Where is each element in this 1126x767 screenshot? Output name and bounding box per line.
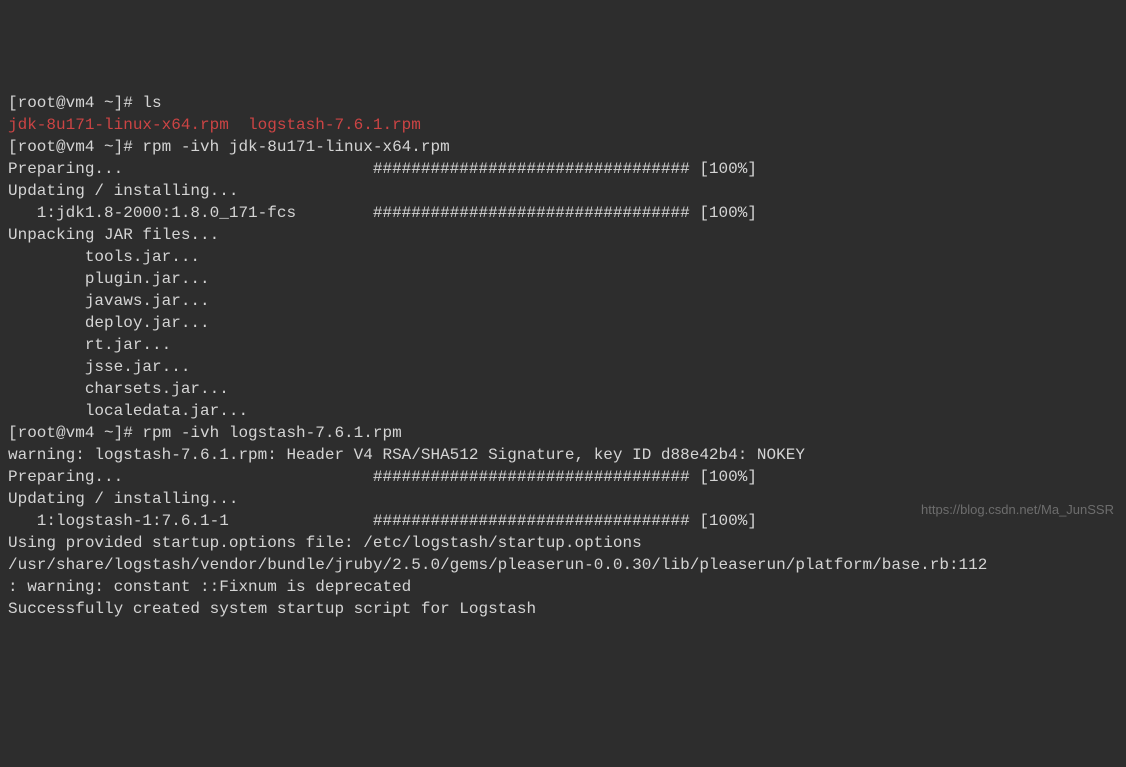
terminal-text-segment: jsse.jar...	[8, 358, 190, 376]
terminal-line: charsets.jar...	[8, 378, 1118, 400]
terminal-text-segment: Successfully created system startup scri…	[8, 600, 536, 618]
terminal-text-segment: deploy.jar...	[8, 314, 210, 332]
terminal-line: jsse.jar...	[8, 356, 1118, 378]
terminal-text-segment: 1:logstash-1:7.6.1-1 ###################…	[8, 512, 757, 530]
terminal-line: Updating / installing...	[8, 180, 1118, 202]
terminal-text-segment: Preparing... ###########################…	[8, 160, 757, 178]
terminal-line: jdk-8u171-linux-x64.rpm logstash-7.6.1.r…	[8, 114, 1118, 136]
terminal-line: [root@vm4 ~]# rpm -ivh jdk-8u171-linux-x…	[8, 136, 1118, 158]
terminal-text-segment: [root@vm4 ~]# rpm -ivh jdk-8u171-linux-x…	[8, 138, 450, 156]
terminal-line: 1:jdk1.8-2000:1.8.0_171-fcs ############…	[8, 202, 1118, 224]
terminal-line: localedata.jar...	[8, 400, 1118, 422]
terminal-output[interactable]: [root@vm4 ~]# ls jdk-8u171-linux-x64.rpm …	[8, 92, 1118, 613]
terminal-line: [root@vm4 ~]# ls	[8, 92, 1118, 114]
terminal-line: Unpacking JAR files...	[8, 224, 1118, 246]
terminal-text-segment: Unpacking JAR files...	[8, 226, 219, 244]
terminal-text-segment: tools.jar...	[8, 248, 200, 266]
terminal-text-segment: Preparing... ###########################…	[8, 468, 757, 486]
terminal-line: tools.jar...	[8, 246, 1118, 268]
terminal-line: Successfully created system startup scri…	[8, 598, 1118, 620]
terminal-text-segment: jdk-8u171-linux-x64.rpm logstash-7.6.1.r…	[8, 116, 421, 134]
terminal-text-segment: Using provided startup.options file: /et…	[8, 534, 642, 552]
terminal-line: [root@vm4 ~]# rpm -ivh logstash-7.6.1.rp…	[8, 422, 1118, 444]
terminal-text-segment: plugin.jar...	[8, 270, 210, 288]
terminal-line: Using provided startup.options file: /et…	[8, 532, 1118, 554]
terminal-line: /usr/share/logstash/vendor/bundle/jruby/…	[8, 554, 1118, 576]
terminal-line: deploy.jar...	[8, 312, 1118, 334]
terminal-text-segment: [root@vm4 ~]# rpm -ivh logstash-7.6.1.rp…	[8, 424, 402, 442]
terminal-line: javaws.jar...	[8, 290, 1118, 312]
terminal-text-segment: Updating / installing...	[8, 182, 238, 200]
terminal-text-segment: Updating / installing...	[8, 490, 238, 508]
terminal-text-segment: rt.jar...	[8, 336, 171, 354]
terminal-line: Preparing... ###########################…	[8, 466, 1118, 488]
terminal-text-segment: warning: logstash-7.6.1.rpm: Header V4 R…	[8, 446, 805, 464]
terminal-line: plugin.jar...	[8, 268, 1118, 290]
terminal-text-segment: [root@vm4 ~]# ls	[8, 94, 162, 112]
terminal-text-segment: 1:jdk1.8-2000:1.8.0_171-fcs ############…	[8, 204, 757, 222]
terminal-text-segment: localedata.jar...	[8, 402, 248, 420]
terminal-line: warning: logstash-7.6.1.rpm: Header V4 R…	[8, 444, 1118, 466]
terminal-text-segment: javaws.jar...	[8, 292, 210, 310]
watermark-text: https://blog.csdn.net/Ma_JunSSR	[921, 499, 1114, 521]
terminal-line: : warning: constant ::Fixnum is deprecat…	[8, 576, 1118, 598]
terminal-line: Preparing... ###########################…	[8, 158, 1118, 180]
terminal-text-segment: : warning: constant ::Fixnum is deprecat…	[8, 578, 411, 596]
terminal-text-segment: charsets.jar...	[8, 380, 229, 398]
terminal-line: rt.jar...	[8, 334, 1118, 356]
terminal-text-segment: /usr/share/logstash/vendor/bundle/jruby/…	[8, 556, 987, 574]
